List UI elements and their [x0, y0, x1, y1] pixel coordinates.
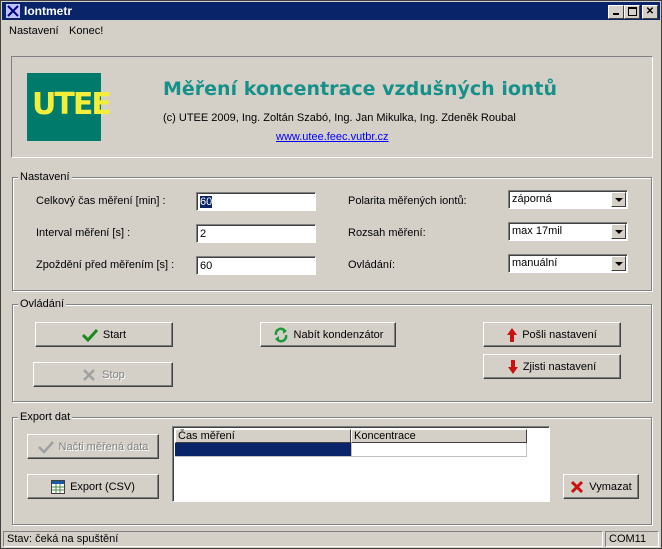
send-settings-button[interactable]: Pošli nastavení	[483, 322, 621, 347]
total-time-label: Celkový čas měření [min] :	[36, 195, 166, 207]
app-headline: Měření koncentrace vzdušných iontů	[163, 78, 558, 100]
close-button[interactable]: ✕	[642, 5, 658, 19]
total-time-input[interactable]: 60	[196, 192, 316, 211]
control-mode-label: Ovládání:	[348, 259, 396, 271]
cell-divider	[351, 443, 352, 456]
control-mode-select[interactable]: manuální	[508, 254, 628, 273]
checkmark-icon	[81, 328, 98, 342]
send-settings-label: Pošli nastavení	[522, 328, 597, 341]
status-text: Stav: čeká na spuštění	[3, 531, 603, 547]
control-group	[12, 304, 652, 402]
control-legend: Ovládání	[18, 298, 67, 310]
export-legend: Export dat	[18, 411, 73, 423]
interval-value: 2	[200, 228, 207, 240]
arrow-down-icon	[507, 359, 518, 374]
table-cell-selected[interactable]	[175, 443, 351, 456]
table-row[interactable]	[175, 443, 527, 457]
charge-capacitor-button[interactable]: Nabít kondenzátor	[260, 322, 396, 347]
checkmark-icon	[37, 440, 54, 454]
polarity-value: záporná	[512, 193, 552, 205]
control-mode-value: manuální	[512, 257, 558, 269]
data-table[interactable]: Čas měření Koncentrace	[172, 426, 550, 502]
range-label: Rozsah měření:	[348, 227, 426, 239]
stop-x-icon	[83, 368, 96, 381]
polarity-label: Polarita měřených iontů:	[348, 195, 467, 207]
load-data-button[interactable]: Načti měřená data	[27, 434, 159, 459]
delay-value: 60	[200, 260, 213, 272]
interval-label: Interval měření [s] :	[36, 227, 131, 239]
delete-x-icon	[571, 480, 584, 493]
delay-input[interactable]: 60	[196, 256, 316, 275]
settings-legend: Nastavení	[18, 171, 72, 183]
window-title: Iontmetr	[24, 4, 72, 18]
clear-label: Vymazat	[589, 480, 632, 493]
range-select[interactable]: max 17mil	[508, 222, 628, 241]
get-settings-label: Zjisti nastavení	[522, 360, 597, 373]
minimize-icon	[613, 13, 619, 15]
charge-label: Nabít kondenzátor	[293, 328, 384, 341]
polarity-select[interactable]: záporná	[508, 190, 628, 209]
clear-button[interactable]: Vymazat	[563, 474, 639, 499]
delay-label: Zpoždění před měřením [s] :	[36, 259, 175, 271]
main-window: Iontmetr ✕ Nastavení Konec! UTEE Měření …	[0, 0, 662, 549]
menu-item-exit[interactable]: Konec!	[69, 25, 103, 37]
start-button[interactable]: Start	[35, 322, 173, 347]
chevron-down-icon[interactable]	[611, 224, 626, 239]
maximize-icon	[627, 7, 637, 16]
maximize-button[interactable]	[624, 5, 640, 19]
chevron-down-icon[interactable]	[611, 256, 626, 271]
load-data-label: Načti měřená data	[58, 440, 149, 453]
menu-item-settings[interactable]: Nastavení	[9, 25, 59, 37]
chevron-down-icon[interactable]	[611, 192, 626, 207]
app-icon	[6, 4, 20, 18]
get-settings-button[interactable]: Zjisti nastavení	[483, 354, 621, 379]
close-icon: ✕	[645, 6, 655, 17]
range-value: max 17mil	[512, 225, 563, 237]
total-time-value: 60	[200, 196, 213, 208]
export-csv-button[interactable]: Export (CSV)	[27, 474, 159, 499]
status-port: COM11	[605, 531, 659, 547]
menu-bar: Nastavení Konec!	[2, 22, 660, 40]
website-link[interactable]: www.utee.feec.vutbr.cz	[276, 131, 389, 143]
utee-logo: UTEE	[27, 73, 112, 141]
start-label: Start	[102, 328, 127, 341]
credits-text: (c) UTEE 2009, Ing. Zoltán Szabó, Ing. J…	[163, 112, 516, 124]
minimize-button[interactable]	[608, 5, 624, 19]
arrow-up-icon	[507, 327, 518, 342]
spreadsheet-icon	[51, 479, 66, 494]
export-csv-label: Export (CSV)	[70, 480, 135, 493]
stop-button[interactable]: Stop	[33, 362, 173, 387]
logo-text: UTEE	[32, 87, 112, 122]
column-header-time[interactable]: Čas měření	[175, 429, 351, 443]
refresh-icon	[274, 327, 287, 342]
column-header-concentration[interactable]: Koncentrace	[351, 429, 527, 443]
title-bar[interactable]: Iontmetr ✕	[2, 2, 660, 20]
interval-input[interactable]: 2	[196, 224, 316, 243]
stop-label: Stop	[102, 368, 125, 381]
